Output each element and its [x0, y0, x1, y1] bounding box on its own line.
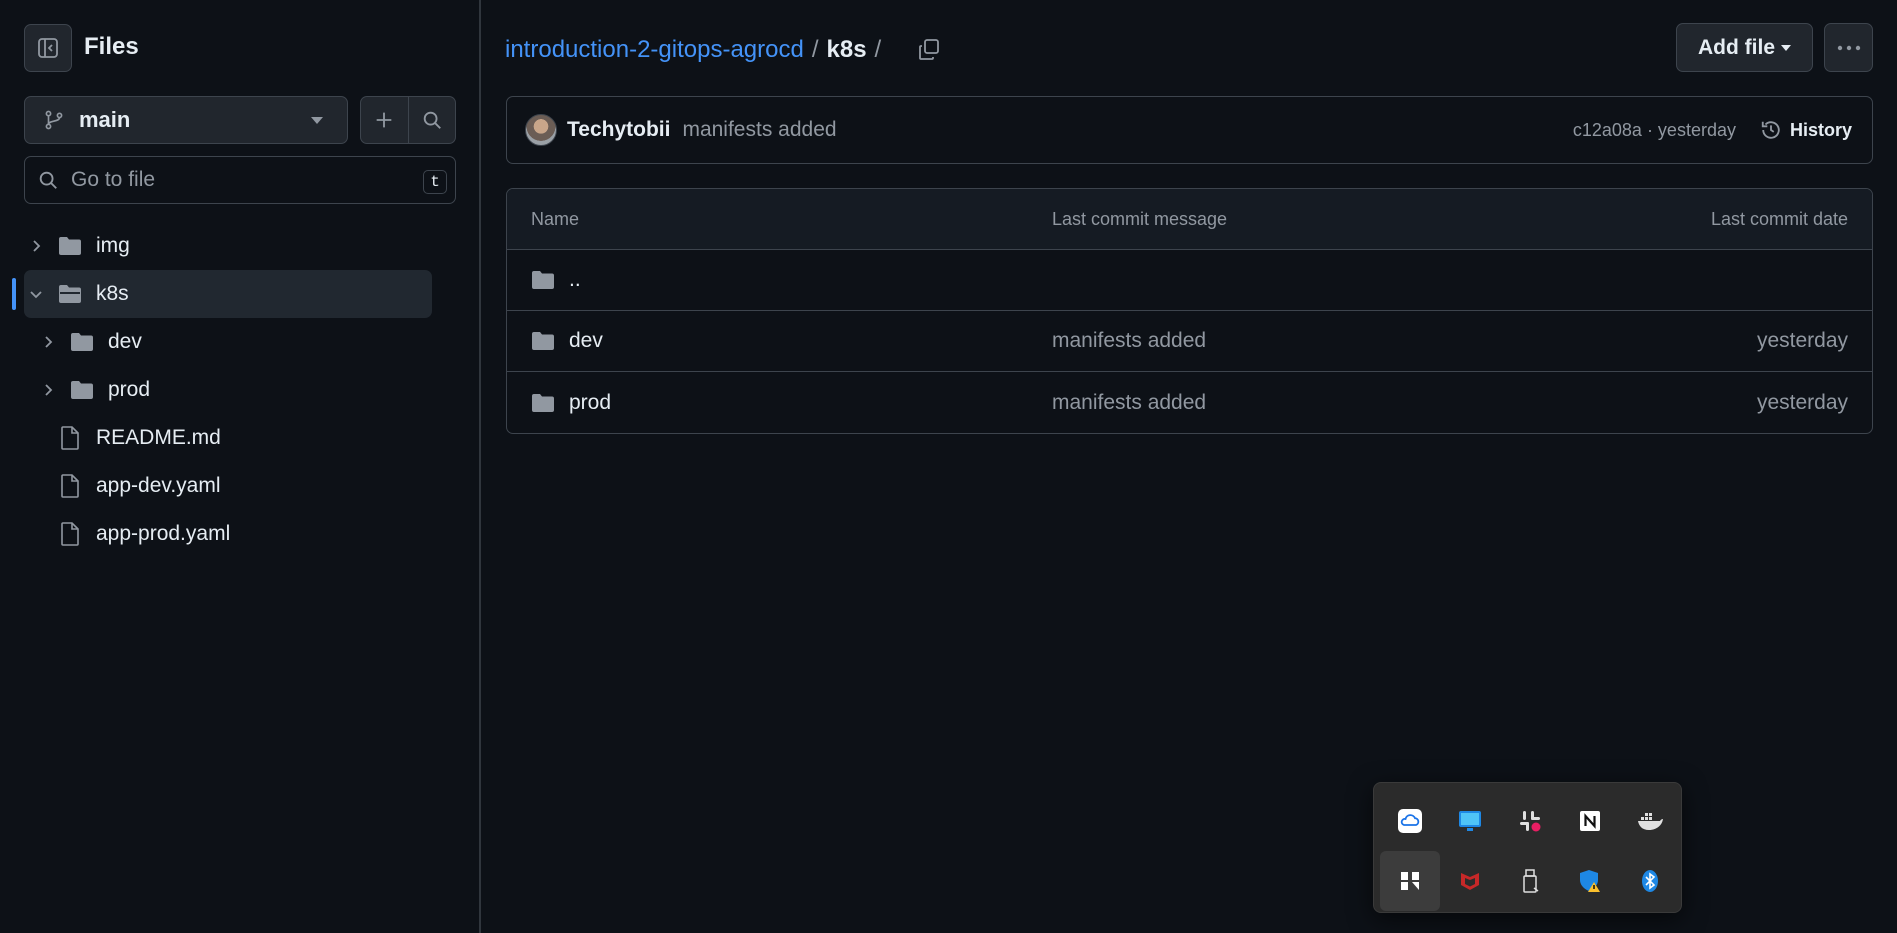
tree-item-app-prod-yaml[interactable]: app-prod.yaml: [0, 510, 481, 558]
tree-item-dev[interactable]: dev: [0, 318, 481, 366]
history-icon: [1761, 121, 1780, 139]
chevron-down-icon[interactable]: [24, 287, 48, 301]
avatar[interactable]: [525, 114, 557, 146]
chevron-right-icon[interactable]: [24, 239, 48, 253]
tree-item-img[interactable]: img: [0, 222, 481, 270]
system-tray-overflow: [1373, 782, 1682, 913]
tree-item-label: prod: [108, 378, 151, 401]
search-files-button[interactable]: [407, 97, 456, 143]
caret-down-icon: [1781, 44, 1791, 51]
column-header-message: Last commit message: [1052, 208, 1228, 229]
chevron-right-icon[interactable]: [36, 335, 60, 349]
row-commit-message[interactable]: manifests added: [1052, 391, 1572, 415]
windows-app-icon[interactable]: [1380, 851, 1440, 911]
breadcrumb-repo-link[interactable]: introduction-2-gitops-agrocd: [505, 36, 804, 64]
row-name-link[interactable]: dev: [569, 329, 603, 353]
sidebar-collapse-icon: [38, 38, 58, 58]
column-header-date: Last commit date: [1710, 208, 1848, 229]
go-to-file-input[interactable]: [71, 168, 411, 192]
row-commit-message[interactable]: manifests added: [1052, 329, 1572, 353]
main-content: introduction-2-gitops-agrocd / k8s / Add…: [483, 0, 1897, 933]
parent-directory-link[interactable]: ..: [569, 268, 581, 292]
branch-selector[interactable]: main: [24, 96, 348, 144]
search-icon: [39, 171, 57, 189]
history-button[interactable]: History: [1760, 119, 1852, 141]
add-file-label: Add file: [1698, 35, 1775, 59]
file-tree: img k8s dev prod README.md app-dev.yaml …: [0, 222, 481, 558]
folder-icon: [68, 332, 96, 352]
add-file-sidebar-button[interactable]: [361, 97, 408, 143]
slack-icon[interactable]: [1500, 791, 1560, 851]
commit-sha-time[interactable]: c12a08a · yesterday: [1573, 120, 1736, 141]
security-warning-icon[interactable]: [1560, 851, 1620, 911]
breadcrumb-current: k8s: [826, 36, 867, 63]
file-tree-sidebar: Files main t img k8s: [0, 0, 481, 933]
folder-icon: [68, 380, 96, 400]
file-icon: [56, 474, 84, 498]
docker-icon[interactable]: [1620, 791, 1680, 851]
usb-drive-icon[interactable]: [1500, 851, 1560, 911]
notion-icon[interactable]: [1560, 791, 1620, 851]
column-header-name: Name: [531, 208, 580, 229]
collapse-sidebar-button[interactable]: [24, 24, 72, 72]
git-branch-icon: [45, 110, 63, 130]
file-icon: [56, 426, 84, 450]
history-label: History: [1789, 119, 1852, 140]
tree-item-label: README.md: [96, 426, 221, 449]
table-header: Name Last commit message Last commit dat…: [507, 189, 1872, 250]
sidebar-actions: [360, 96, 456, 144]
directory-table: Name Last commit message Last commit dat…: [506, 188, 1873, 434]
tree-item-label: k8s: [96, 282, 129, 305]
monitor-app-icon[interactable]: [1440, 791, 1500, 851]
tree-item-label: img: [96, 234, 130, 257]
table-row[interactable]: dev manifests added yesterday: [507, 311, 1872, 372]
plus-icon: [376, 112, 392, 128]
breadcrumb-separator: /: [811, 36, 819, 63]
tree-item-readme[interactable]: README.md: [0, 414, 481, 462]
add-file-button[interactable]: Add file: [1676, 23, 1813, 72]
tree-item-app-dev-yaml[interactable]: app-dev.yaml: [0, 462, 481, 510]
file-icon: [56, 522, 84, 546]
tree-item-label: app-prod.yaml: [96, 522, 231, 545]
mcafee-icon[interactable]: [1440, 851, 1500, 911]
cloud-icon[interactable]: [1380, 791, 1440, 851]
keyboard-shortcut-hint: t: [423, 170, 447, 194]
go-to-file-field[interactable]: t: [24, 156, 456, 204]
commit-message[interactable]: manifests added: [682, 118, 836, 142]
row-commit-date: yesterday: [1756, 329, 1848, 352]
breadcrumb: introduction-2-gitops-agrocd / k8s /: [505, 36, 941, 64]
folder-icon: [532, 271, 554, 289]
tree-item-k8s[interactable]: k8s: [0, 270, 481, 318]
tree-item-label: app-dev.yaml: [96, 474, 221, 497]
search-icon: [423, 111, 441, 129]
table-row[interactable]: prod manifests added yesterday: [507, 372, 1872, 433]
chevron-right-icon[interactable]: [36, 383, 60, 397]
folder-icon: [532, 332, 554, 350]
table-row-parent[interactable]: ..: [507, 250, 1872, 311]
row-name-link[interactable]: prod: [569, 391, 611, 415]
sidebar-title: Files: [84, 33, 139, 60]
folder-open-icon: [56, 284, 84, 304]
row-commit-date: yesterday: [1756, 390, 1848, 414]
selection-highlight: [24, 270, 432, 318]
commit-author[interactable]: Techytobii: [567, 118, 670, 142]
latest-commit-bar: Techytobii manifests added c12a08a · yes…: [506, 96, 1873, 164]
more-options-button[interactable]: [1824, 23, 1873, 72]
copy-icon: [919, 39, 940, 60]
folder-icon: [56, 236, 84, 256]
kebab-horizontal-icon: [1837, 45, 1860, 50]
bluetooth-icon[interactable]: [1620, 851, 1680, 911]
branch-name: main: [79, 107, 131, 132]
tree-item-label: dev: [108, 330, 142, 353]
folder-icon: [532, 393, 554, 412]
breadcrumb-separator: /: [874, 36, 882, 63]
copy-path-button[interactable]: [917, 38, 941, 62]
tree-item-prod[interactable]: prod: [0, 366, 481, 414]
chevron-down-icon: [311, 117, 323, 124]
